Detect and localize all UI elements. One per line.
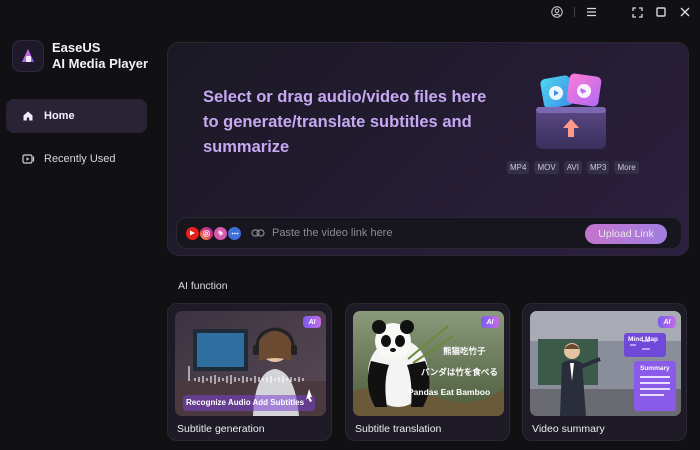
video-link-input[interactable]: [272, 227, 592, 239]
ai-badge: AI: [658, 316, 676, 328]
subtitle-generation-thumbnail: Recognize Audio Add Subtitles AI: [175, 311, 326, 416]
drop-zone-line1: Select or drag audio/video files here: [203, 88, 487, 106]
format-badge: MOV: [534, 161, 559, 174]
close-icon[interactable]: [676, 3, 694, 21]
format-badge-more: More: [614, 161, 639, 174]
app-name-line1: EaseUS: [52, 40, 101, 55]
translation-overlay-chinese: 熊猫吃竹子: [443, 346, 486, 356]
card-label: Subtitle generation: [177, 423, 265, 435]
home-icon: [20, 108, 36, 124]
format-badge: MP4: [507, 161, 530, 174]
drop-zone-instructions: Select or drag audio/video files here to…: [203, 85, 503, 160]
subtitle-generation-card[interactable]: Recognize Audio Add Subtitles AI Subtitl…: [167, 303, 332, 441]
menu-icon[interactable]: [582, 3, 600, 21]
video-summary-thumbnail: Mind Map Summary AI: [530, 311, 681, 416]
sidebar-item-recently-used[interactable]: Recently Used: [6, 142, 147, 176]
recent-icon: [20, 151, 36, 167]
card-label: Subtitle translation: [355, 423, 442, 435]
supported-formats: MP4 MOV AVI MP3 More: [507, 161, 639, 174]
ai-function-heading: AI function: [178, 280, 228, 292]
fullscreen-icon[interactable]: [628, 3, 646, 21]
app-logo-icon: [12, 40, 44, 72]
drop-zone-line2: to generate/translate subtitles and: [203, 113, 472, 131]
app-name-line2: AI Media Player: [52, 56, 149, 71]
format-badge: AVI: [563, 161, 582, 174]
account-icon[interactable]: [548, 3, 566, 21]
ai-badge: AI: [481, 316, 499, 328]
subtitle-overlay-text: Recognize Audio Add Subtitles: [186, 398, 305, 407]
translation-overlay-japanese: パンダは竹を食べる: [421, 367, 498, 377]
upload-folder-icon: [528, 71, 618, 151]
video-summary-card[interactable]: Mind Map Summary AI Video summary: [522, 303, 687, 441]
mind-map-label: Mind Map: [628, 336, 658, 343]
youtube-icon: [186, 226, 199, 240]
card-label: Video summary: [532, 423, 605, 435]
translation-overlay-english: Pandas Eat Bamboo: [408, 387, 491, 397]
summary-label: Summary: [640, 365, 670, 372]
subtitle-translation-card[interactable]: 熊猫吃竹子 パンダは竹を食べる Pandas Eat Bamboo AI Sub…: [345, 303, 510, 441]
subtitle-translation-thumbnail: 熊猫吃竹子 パンダは竹を食べる Pandas Eat Bamboo AI: [353, 311, 504, 416]
sidebar-item-home[interactable]: Home: [6, 99, 147, 133]
maximize-icon[interactable]: [652, 3, 670, 21]
upload-link-button[interactable]: Upload Link: [585, 224, 667, 244]
ai-badge: AI: [303, 316, 321, 328]
app-brand: EaseUS AI Media Player: [12, 40, 148, 72]
video-link-bar: Upload Link: [176, 217, 682, 249]
sidebar-item-label: Recently Used: [44, 153, 116, 165]
drop-zone-line3: summarize: [203, 138, 290, 156]
instagram-icon: [200, 226, 213, 240]
file-drop-zone[interactable]: Select or drag audio/video files here to…: [167, 42, 689, 256]
title-bar: [0, 0, 700, 24]
vimeo-icon: [214, 226, 227, 240]
more-platforms-icon: [228, 226, 241, 240]
format-badge: MP3: [587, 161, 610, 174]
title-bar-divider: [574, 7, 575, 17]
sidebar-item-label: Home: [44, 110, 75, 122]
link-icon: [250, 225, 266, 241]
